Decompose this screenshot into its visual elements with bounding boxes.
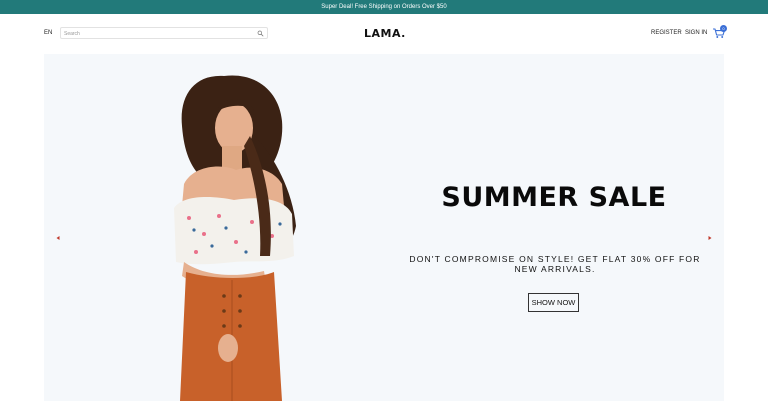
arrow-right-icon[interactable] [707,235,713,241]
hero-description: DON'T COMPROMISE ON STYLE! GET FLAT 30% … [409,254,701,274]
announcement-bar: Super Deal! Free Shipping on Orders Over… [0,0,768,14]
register-link[interactable]: REGISTER [651,30,682,36]
sign-in-link[interactable]: SIGN IN [685,30,707,36]
brand-logo[interactable]: LAMA. [364,27,406,40]
cart-badge: 0 [720,25,727,32]
model-image [174,75,296,401]
search-container [60,27,268,39]
hero-slider: SUMMER SALE DON'T COMPROMISE ON STYLE! G… [44,54,724,401]
search-input[interactable] [64,29,254,38]
language-selector[interactable]: EN [44,30,52,36]
show-now-button[interactable]: SHOW NOW [528,293,579,312]
hero-title: SUMMER SALE [441,182,667,213]
arrow-left-icon[interactable] [55,235,61,241]
search-icon[interactable] [257,30,264,37]
navbar: EN LAMA. REGISTER SIGN IN 0 [0,14,768,54]
